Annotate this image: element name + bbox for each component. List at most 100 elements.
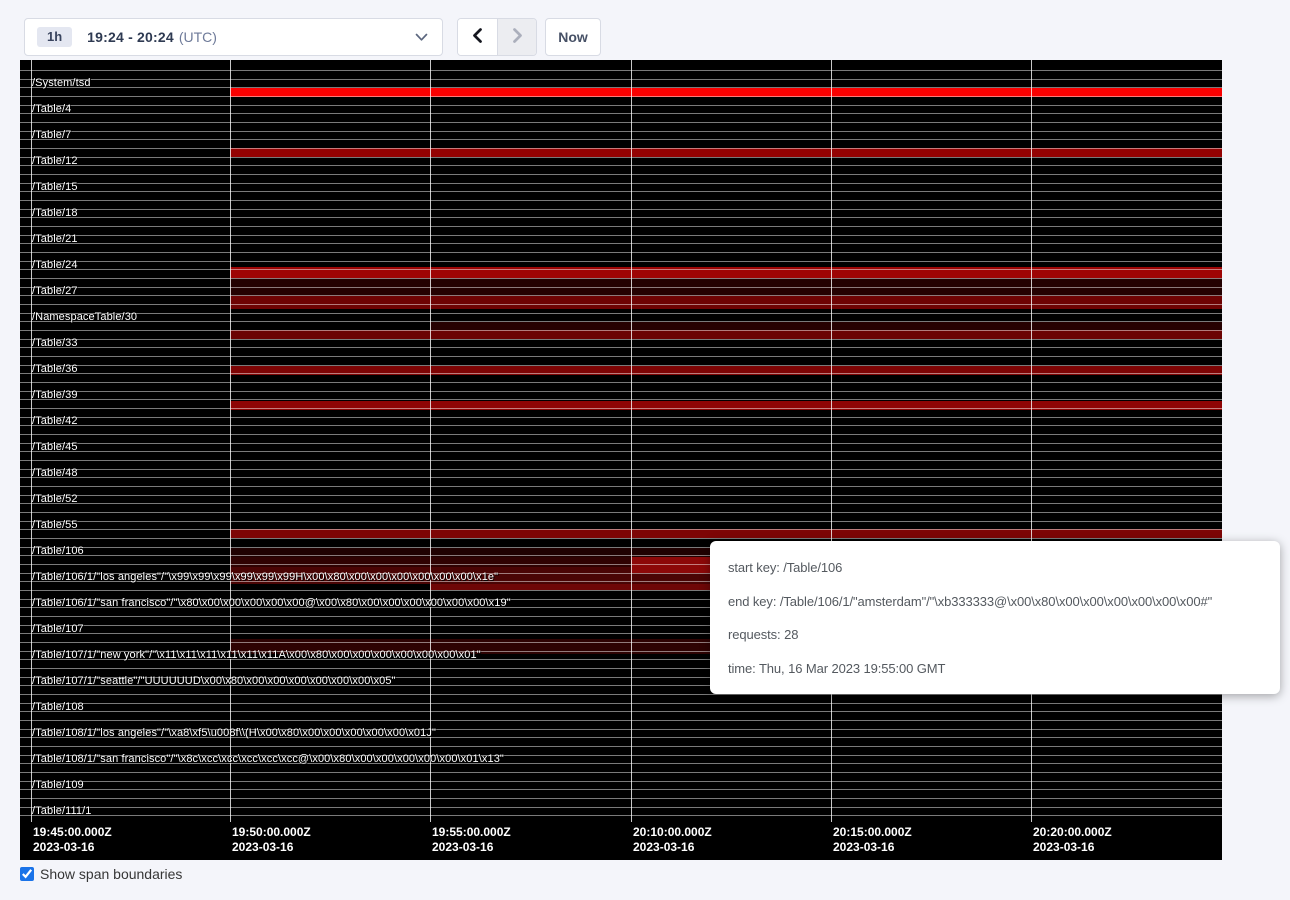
span-boundary-line: [20, 512, 1222, 513]
span-boundary-line: [20, 399, 1222, 400]
range-timezone: (UTC): [179, 29, 217, 45]
span-boundary-line: [20, 105, 1222, 106]
span-boundary-line: [20, 217, 1222, 218]
span-boundary-line: [20, 391, 1222, 392]
span-boundary-line: [20, 711, 1222, 712]
span-boundary-line: [20, 694, 1222, 695]
prev-range-button[interactable]: [458, 19, 497, 55]
span-boundary-line: [20, 87, 1222, 88]
span-key-label: /Table/108/1/"los angeles"/"\xa8\xf5\u00…: [32, 727, 436, 739]
span-key-label: /Table/4: [32, 103, 71, 115]
span-boundary-line: [20, 269, 1222, 270]
span-key-label: /NamespaceTable/30: [32, 311, 137, 323]
heat-band[interactable]: [430, 322, 1222, 330]
x-tick-date: 2023-03-16: [833, 840, 912, 855]
span-boundary-line: [20, 538, 1222, 539]
span-key-label: /Table/52: [32, 493, 78, 505]
x-axis-tick: 20:10:00.000Z2023-03-16: [633, 825, 712, 855]
heat-band[interactable]: [230, 296, 1222, 309]
span-boundary-line: [20, 330, 1222, 331]
show-span-boundaries-checkbox[interactable]: [20, 867, 34, 881]
span-boundary-line: [20, 252, 1222, 253]
span-key-label: /Table/55: [32, 519, 78, 531]
time-range-picker[interactable]: 1h 19:24 - 20:24 (UTC): [24, 18, 443, 56]
x-tick-date: 2023-03-16: [633, 840, 712, 855]
span-boundary-line: [20, 347, 1222, 348]
span-boundary-line: [20, 96, 1222, 97]
chevron-down-icon: [415, 33, 428, 42]
range-step-buttons: [457, 18, 537, 56]
x-axis-tick: 20:15:00.000Z2023-03-16: [833, 825, 912, 855]
show-span-boundaries-control[interactable]: Show span boundaries: [20, 866, 182, 882]
span-boundary-line: [20, 70, 1222, 71]
span-boundary-line: [20, 807, 1222, 808]
now-button[interactable]: Now: [545, 18, 601, 56]
span-boundary-line: [20, 339, 1222, 340]
span-boundary-line: [20, 174, 1222, 175]
span-boundary-line: [20, 815, 1222, 816]
tooltip-time: time: Thu, 16 Mar 2023 19:55:00 GMT: [728, 652, 1262, 686]
span-tooltip: start key: /Table/106 end key: /Table/10…: [710, 541, 1280, 694]
span-boundary-line: [20, 503, 1222, 504]
span-key-label: /Table/45: [32, 441, 78, 453]
tooltip-start-key: start key: /Table/106: [728, 551, 1262, 585]
span-boundary-line: [20, 373, 1222, 374]
span-boundary-line: [20, 451, 1222, 452]
heat-band[interactable]: [230, 148, 1222, 157]
span-boundary-line: [20, 746, 1222, 747]
span-key-label: /Table/15: [32, 181, 78, 193]
span-key-label: /Table/18: [32, 207, 78, 219]
heat-band[interactable]: [230, 529, 1222, 538]
span-key-label: /Table/106/1/"los angeles"/"\x99\x99\x99…: [32, 571, 498, 583]
span-boundary-line: [20, 148, 1222, 149]
span-boundary-line: [20, 287, 1222, 288]
key-visualizer-canvas[interactable]: /System/tsd/Table/4/Table/7/Table/12/Tab…: [20, 60, 1222, 860]
time-gridline: [831, 60, 832, 822]
span-key-label: /Table/39: [32, 389, 78, 401]
tooltip-end-key: end key: /Table/106/1/"amsterdam"/"\xb33…: [728, 585, 1262, 619]
span-boundary-line: [20, 460, 1222, 461]
x-axis-tick: 19:50:00.000Z2023-03-16: [232, 825, 311, 855]
span-boundary-line: [20, 477, 1222, 478]
span-boundary-line: [20, 529, 1222, 530]
span-boundary-line: [20, 243, 1222, 244]
chevron-right-icon: [511, 28, 524, 46]
span-boundary-line: [20, 486, 1222, 487]
span-key-label: /Table/111/1: [32, 805, 92, 817]
span-boundary-line: [20, 131, 1222, 132]
span-boundary-line: [20, 122, 1222, 123]
span-boundary-line: [20, 417, 1222, 418]
span-key-label: /Table/33: [32, 337, 78, 349]
span-key-label: /Table/12: [32, 155, 78, 167]
heat-band[interactable]: [230, 330, 1222, 339]
span-boundary-line: [20, 313, 1222, 314]
span-boundary-line: [20, 425, 1222, 426]
span-key-label: /Table/108/1/"san francisco"/"\x8c\xcc\x…: [32, 753, 504, 765]
span-boundary-line: [20, 789, 1222, 790]
span-key-label: /Table/106: [32, 545, 84, 557]
show-span-boundaries-label: Show span boundaries: [40, 866, 182, 882]
x-axis-tick: 19:45:00.000Z2023-03-16: [33, 825, 112, 855]
span-boundary-line: [20, 165, 1222, 166]
span-boundary-line: [20, 113, 1222, 114]
time-gridline: [230, 60, 231, 822]
span-boundary-line: [20, 720, 1222, 721]
span-boundary-line: [20, 200, 1222, 201]
span-boundary-line: [20, 408, 1222, 409]
span-boundary-line: [20, 365, 1222, 366]
span-key-label: /Table/24: [32, 259, 78, 271]
span-boundary-line: [20, 434, 1222, 435]
span-boundary-line: [20, 495, 1222, 496]
x-tick-time: 19:45:00.000Z: [33, 825, 112, 840]
x-tick-time: 20:10:00.000Z: [633, 825, 712, 840]
span-boundary-line: [20, 191, 1222, 192]
span-boundary-line: [20, 278, 1222, 279]
x-tick-date: 2023-03-16: [432, 840, 511, 855]
span-boundary-line: [20, 304, 1222, 305]
span-boundary-line: [20, 443, 1222, 444]
span-boundary-line: [20, 382, 1222, 383]
next-range-button[interactable]: [497, 19, 536, 55]
span-key-label: /Table/109: [32, 779, 84, 791]
span-boundary-line: [20, 772, 1222, 773]
x-tick-time: 20:15:00.000Z: [833, 825, 912, 840]
